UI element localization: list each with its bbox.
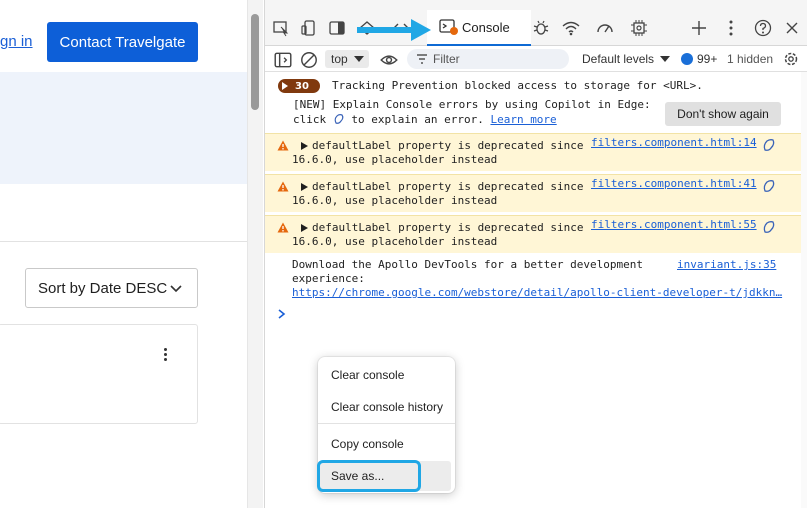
clear-console-icon[interactable] [299,50,317,68]
copilot-hint-message: [NEW] Explain Console errors by using Co… [265,98,806,132]
source-link[interactable]: filters.component.html:14 [591,136,757,149]
dont-show-again-button[interactable]: Don't show again [665,102,781,126]
hero-banner [0,72,247,184]
apollo-line-2: experience: [292,272,365,285]
sidebar-toggle-icon[interactable] [273,50,292,68]
warning-triangle-icon [277,140,289,151]
apollo-devtools-message: Download the Apollo DevTools for a bette… [265,256,806,302]
sort-select-label: Sort by Date DESC [38,279,168,297]
apollo-line-1: Download the Apollo DevTools for a bette… [292,258,643,271]
warning-message[interactable]: defaultLabel property is deprecated sinc… [265,215,806,253]
menu-item-save-as[interactable]: Save as... [320,461,451,491]
menu-item-copy-console[interactable]: Copy console [318,429,455,459]
copilot-line-2b: to explain an error. [351,113,484,126]
warning-line-1: defaultLabel property is deprecated sinc… [312,139,584,152]
warning-line-2: 16.6.0, use placeholder instead [292,235,498,248]
apollo-url-link[interactable]: https://chrome.google.com/webstore/detai… [292,286,782,299]
console-scrollbar[interactable] [801,72,807,508]
close-devtools-icon[interactable] [782,18,802,38]
warning-triangle-icon [277,181,289,192]
expand-triangle-icon[interactable] [301,142,308,150]
copilot-icon[interactable] [762,220,776,234]
source-link[interactable]: invariant.js:35 [677,258,776,271]
warning-line-2: 16.6.0, use placeholder instead [292,194,498,207]
warning-line-1: defaultLabel property is deprecated sinc… [312,221,584,234]
page-scrollbar[interactable] [247,0,263,508]
learn-more-link[interactable]: Learn more [490,113,556,126]
tab-console-label: Console [462,19,510,35]
more-options-icon[interactable] [160,348,170,366]
expand-triangle-icon[interactable] [301,183,308,191]
warning-line-2: 16.6.0, use placeholder instead [292,153,498,166]
dock-side-icon[interactable] [327,18,347,38]
menu-item-clear-console[interactable]: Clear console [318,360,455,390]
live-expression-eye-icon[interactable] [379,50,398,68]
warning-triangle-icon [277,222,289,233]
inspect-element-icon[interactable] [271,18,291,38]
context-select-value: top [331,52,348,66]
copilot-icon[interactable] [333,113,345,125]
contact-travelgate-button[interactable]: Contact Travelgate [47,22,198,62]
dropdown-triangle-icon [354,56,364,62]
tracking-prevention-message[interactable]: 30 Tracking Prevention blocked access to… [265,76,806,94]
source-link[interactable]: filters.component.html:55 [591,218,757,231]
source-link[interactable]: filters.component.html:41 [591,177,757,190]
copilot-line-1: [NEW] Explain Console errors by using Co… [293,98,651,111]
warning-message[interactable]: defaultLabel property is deprecated sinc… [265,133,806,171]
copilot-line-2a: click [293,113,327,126]
filter-icon [417,54,427,64]
divider [0,241,247,242]
annotation-arrow-icon [357,19,431,41]
add-tab-plus-icon[interactable] [689,18,709,38]
warning-line-1: defaultLabel property is deprecated sinc… [312,180,584,193]
warning-message[interactable]: defaultLabel property is deprecated sinc… [265,174,806,212]
sort-select[interactable]: Sort by Date DESC [25,268,198,308]
network-wifi-icon[interactable] [561,18,581,38]
console-prompt-chevron-icon[interactable] [277,308,287,320]
more-tools-icon[interactable] [721,18,741,38]
browser-chrome-strip [265,0,807,10]
warning-dot-icon [450,27,458,35]
context-select[interactable]: top [325,50,369,68]
console-context-menu: Clear console Clear console history Copy… [318,357,455,493]
copilot-line-2: click to explain an error. Learn more [293,113,557,126]
tracking-text: Tracking Prevention blocked access to st… [332,79,703,92]
page-scrollbar-thumb[interactable] [251,14,259,110]
sign-in-link[interactable]: gn in [0,33,33,50]
expand-triangle-icon [282,82,288,90]
console-toolbar: top Filter Default levels 99+ 1 hidden [265,46,807,72]
menu-item-clear-console-history[interactable]: Clear console history [318,392,455,422]
memory-chip-icon[interactable] [629,18,649,38]
result-card [0,324,198,424]
performance-gauge-icon[interactable] [595,18,615,38]
issues-icon [681,53,693,65]
web-page: gn in Contact Travelgate Sort by Date DE… [0,0,247,508]
filter-placeholder: Filter [433,52,460,66]
issues-counter[interactable]: 99+ [681,50,717,68]
dropdown-triangle-icon [660,56,671,62]
chevron-down-icon [170,285,182,293]
expand-triangle-icon[interactable] [301,224,308,232]
console-settings-gear-icon[interactable] [782,50,800,68]
copilot-icon[interactable] [762,179,776,193]
message-count-badge[interactable]: 30 [278,79,320,93]
menu-separator [318,423,455,424]
copilot-icon[interactable] [762,138,776,152]
console-tab-icon [439,19,458,35]
default-levels-label: Default levels [582,52,655,66]
default-levels-dropdown[interactable]: Default levels [582,50,671,68]
page-header: gn in Contact Travelgate [0,0,247,72]
sources-bug-icon[interactable] [531,18,551,38]
tab-console[interactable]: Console [427,10,531,46]
issues-count: 99+ [697,52,718,66]
device-emulation-icon[interactable] [299,18,319,38]
help-icon[interactable] [753,18,773,38]
devtools-tabbar: Console [265,10,807,46]
filter-input[interactable]: Filter [407,49,569,69]
hidden-count: 1 hidden [727,52,774,66]
message-count: 30 [295,80,309,92]
